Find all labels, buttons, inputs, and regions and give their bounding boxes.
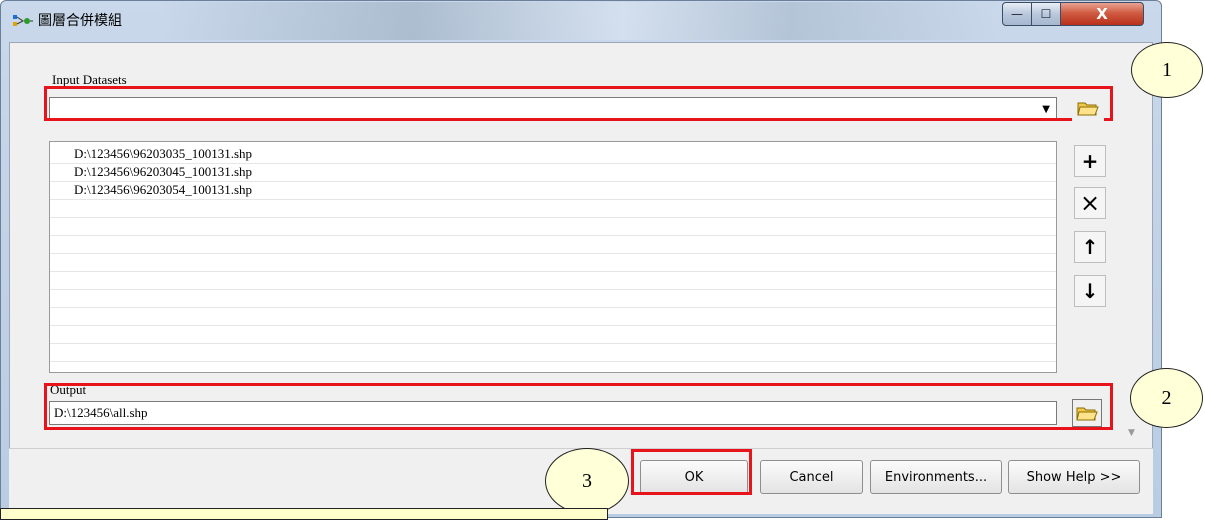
- list-empty-row: [50, 344, 1056, 362]
- callout-3: 3: [545, 448, 629, 514]
- list-item[interactable]: D:\123456\96203054_100131.shp: [50, 182, 1056, 200]
- cancel-button[interactable]: Cancel: [760, 460, 863, 494]
- remove-dataset-button[interactable]: ×: [1074, 187, 1106, 219]
- callout-1: 1: [1131, 42, 1203, 98]
- highlight-box-2: [44, 383, 1113, 430]
- list-empty-row: [50, 254, 1056, 272]
- model-app-icon: [13, 15, 33, 26]
- browse-input-button[interactable]: [1072, 94, 1104, 122]
- titlebar-background: [160, 2, 1000, 40]
- list-empty-row: [50, 218, 1056, 236]
- window-title: 圖層合併模組: [38, 13, 122, 29]
- input-datasets-list[interactable]: D:\123456\96203035_100131.shp D:\123456\…: [49, 141, 1057, 373]
- highlight-box-3: [631, 449, 752, 495]
- list-item[interactable]: D:\123456\96203035_100131.shp: [50, 146, 1056, 164]
- add-dataset-button[interactable]: +: [1074, 145, 1106, 177]
- browse-output-button[interactable]: [1072, 399, 1102, 427]
- list-empty-row: [50, 236, 1056, 254]
- close-button[interactable]: X: [1060, 2, 1144, 26]
- list-empty-row: [50, 200, 1056, 218]
- highlight-box-1: [44, 86, 1113, 121]
- open-folder-icon: [1077, 102, 1099, 116]
- show-help-button[interactable]: Show Help >>: [1008, 460, 1140, 494]
- maximize-button[interactable]: ☐: [1031, 2, 1061, 26]
- scroll-down-arrow-icon[interactable]: ▼: [1128, 428, 1135, 438]
- open-folder-icon: [1076, 407, 1098, 421]
- move-down-button[interactable]: ↓: [1074, 275, 1106, 307]
- environments-button[interactable]: Environments...: [870, 460, 1002, 494]
- callout-2: 2: [1130, 368, 1203, 428]
- list-empty-row: [50, 272, 1056, 290]
- list-empty-row: [50, 326, 1056, 344]
- list-empty-row: [50, 290, 1056, 308]
- list-item[interactable]: D:\123456\96203045_100131.shp: [50, 164, 1056, 182]
- move-up-button[interactable]: ↑: [1074, 231, 1106, 263]
- list-empty-row: [50, 308, 1056, 326]
- annotation-note-box: [0, 508, 608, 520]
- minimize-button[interactable]: —: [1002, 2, 1032, 26]
